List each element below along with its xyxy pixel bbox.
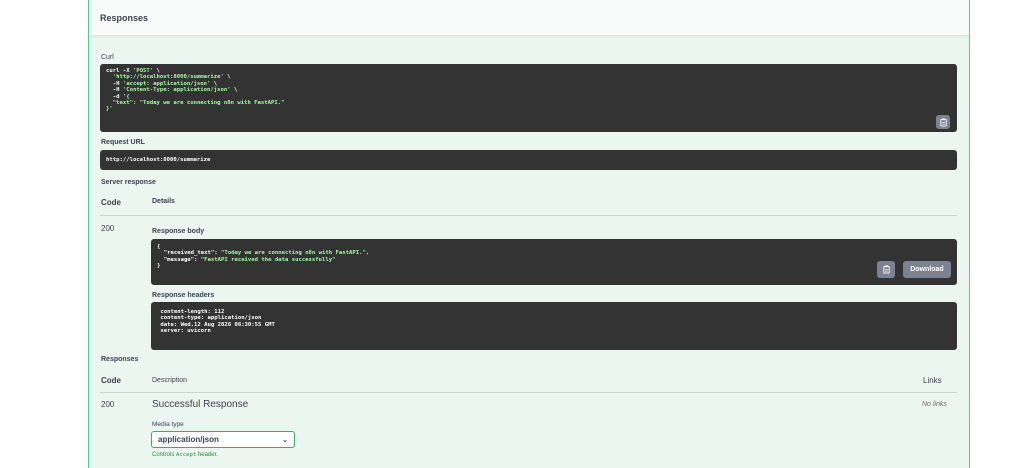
- code-token: -H: [106, 80, 123, 87]
- section-title: Responses: [100, 13, 149, 23]
- description-header: Description: [152, 377, 188, 384]
- code-token: {: [157, 244, 161, 250]
- responses-label: Responses: [101, 356, 139, 363]
- server-response-label: Server response: [101, 179, 156, 186]
- code-token: }: [157, 263, 161, 270]
- response-header-line: server: uvicorn: [157, 328, 215, 335]
- media-type-select[interactable]: application/json ⌄: [151, 431, 295, 448]
- response-body-line: }: [157, 263, 951, 269]
- clipboard-icon: [882, 265, 890, 274]
- divider: [100, 392, 957, 393]
- responses-panel: Responses Curl curl -X 'POST' \ 'http://…: [88, 0, 970, 468]
- code-token: \: [153, 68, 160, 74]
- details-header: Details: [152, 198, 175, 205]
- response-links: No links: [922, 401, 947, 408]
- response-code: 200: [101, 400, 115, 409]
- curl-code-block: curl -X 'POST' \ 'http://localhost:8000/…: [100, 64, 957, 132]
- code-string: "FastAPI received the data successfully": [200, 256, 336, 263]
- code-token: "received_text":: [157, 250, 221, 257]
- request-url-label: Request URL: [101, 139, 145, 146]
- clipboard-icon: [939, 118, 947, 127]
- code-string: '{: [122, 93, 130, 100]
- curl-copy-button[interactable]: [936, 115, 950, 129]
- responses-code-header: Code: [101, 376, 121, 385]
- server-code-header: Code: [101, 198, 121, 207]
- code-string: 'Content-Type: application/json': [122, 87, 231, 94]
- code-token: -d: [106, 93, 123, 100]
- curl-line: }': [106, 106, 951, 112]
- chevron-down-icon: ⌄: [282, 436, 288, 444]
- section-header: Responses: [89, 0, 969, 36]
- media-type-value: application/json: [158, 435, 219, 444]
- response-body-copy-button[interactable]: [877, 261, 895, 278]
- code-token: \: [210, 80, 218, 87]
- code-token: "message":: [157, 256, 201, 263]
- response-description: Successful Response: [152, 399, 249, 410]
- code-string: }': [106, 106, 113, 113]
- media-type-label: Media type: [152, 421, 184, 428]
- divider: [100, 215, 957, 216]
- code-token: curl -X: [106, 68, 133, 74]
- media-type-help: Controls Accept header.: [152, 452, 218, 458]
- request-url-value: http://localhost:8000/summarize: [100, 150, 957, 170]
- response-headers-code-block: content-length: 112 content-type: applic…: [151, 302, 957, 350]
- code-string: 'http://localhost:8000/summarize': [112, 74, 224, 81]
- response-body-code-block: { "received_text": "Today we are connect…: [151, 239, 957, 285]
- server-response-code: 200: [101, 224, 115, 233]
- response-body-label: Response body: [152, 228, 205, 235]
- code-token: \: [223, 74, 231, 81]
- code-token: -H: [106, 87, 123, 94]
- code-string: "Today we are connecting n8n with FastAP…: [221, 250, 370, 257]
- links-header: Links: [923, 376, 942, 385]
- code-string: "text": "Today we are connecting n8n wit…: [112, 100, 285, 107]
- code-string: 'accept: application/json': [122, 80, 211, 87]
- code-string: 'POST': [132, 68, 154, 74]
- curl-label: Curl: [101, 54, 114, 61]
- response-headers-label: Response headers: [152, 292, 215, 299]
- download-button[interactable]: Download: [903, 261, 951, 278]
- code-token: \: [230, 87, 238, 94]
